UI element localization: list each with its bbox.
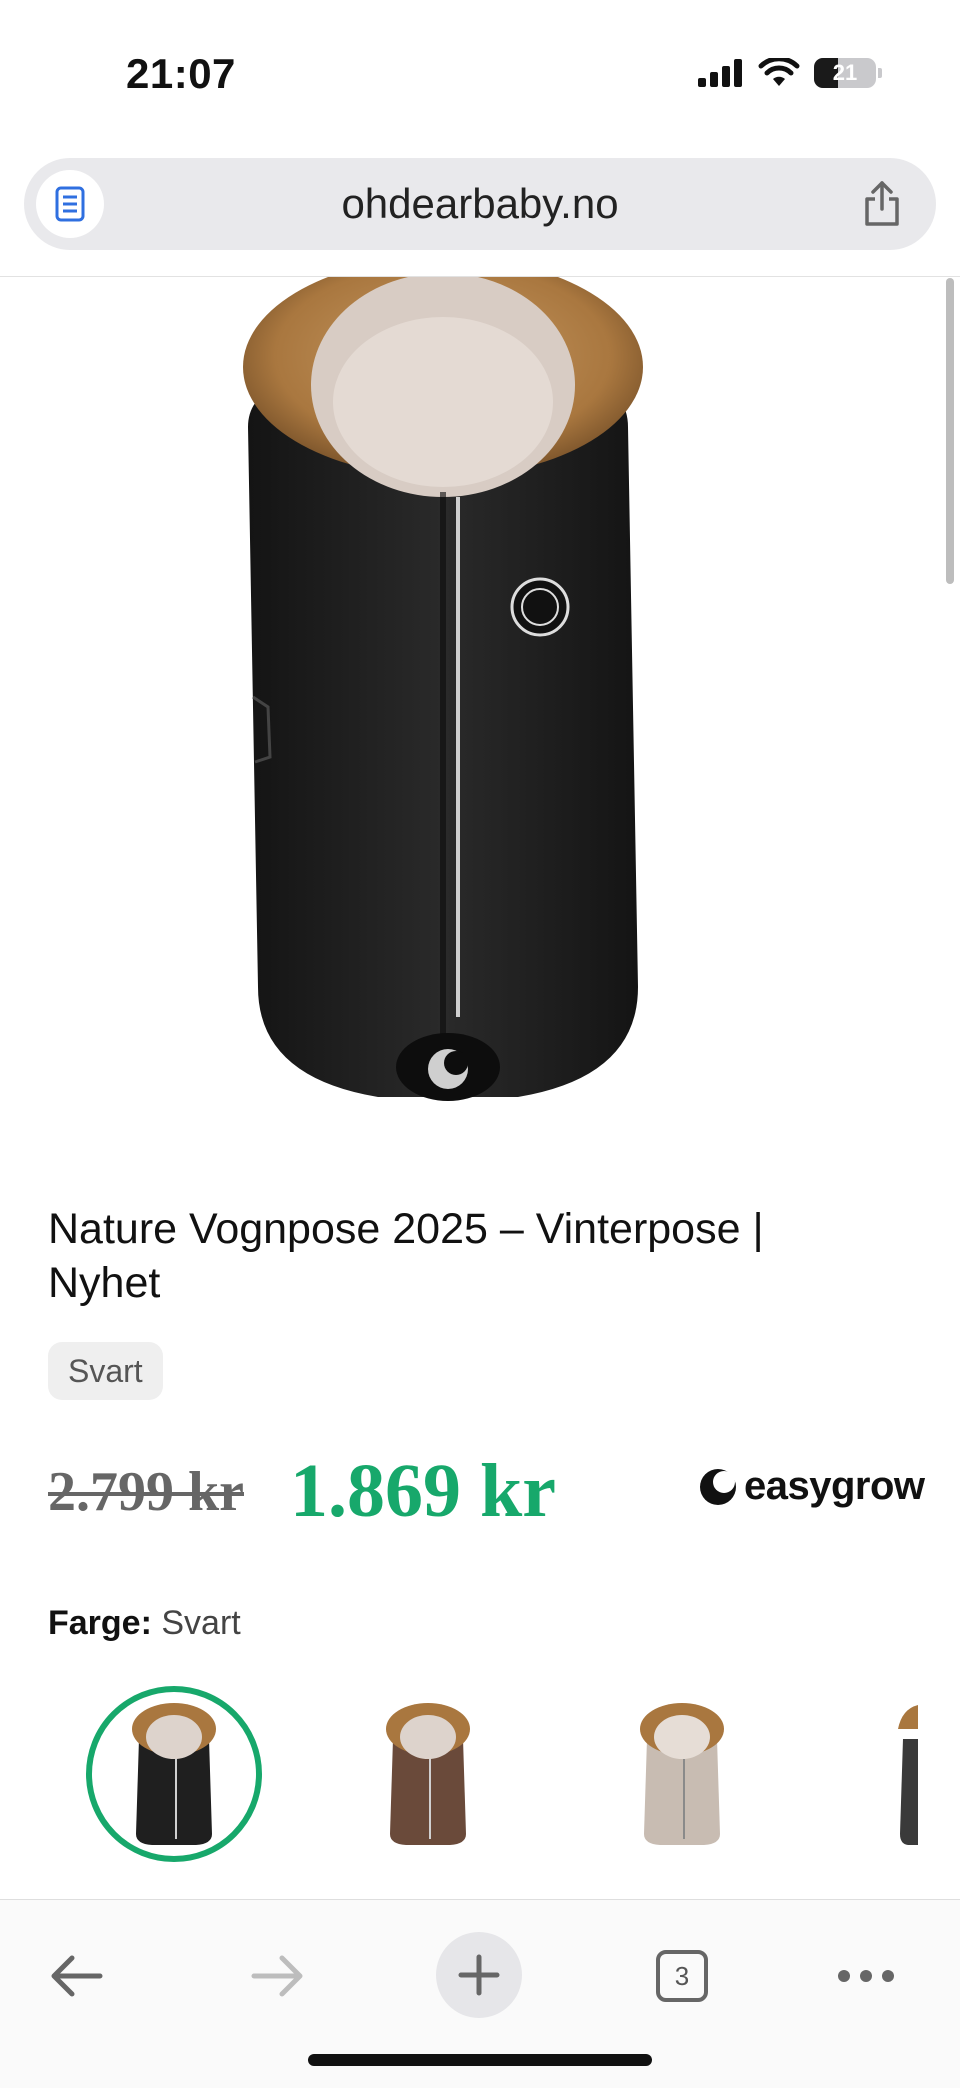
color-swatches — [0, 1686, 960, 1876]
old-price: 2.799 kr — [48, 1461, 244, 1523]
swatch-beige-image — [640, 1703, 724, 1845]
easygrow-logo-icon — [700, 1468, 736, 1505]
brand-name: easygrow — [744, 1464, 925, 1508]
swatch-svart-image — [132, 1703, 216, 1845]
status-bar: 21:07 21 — [0, 0, 960, 150]
variant-chip: Svart — [48, 1342, 163, 1400]
new-tab-button[interactable] — [436, 1932, 522, 2018]
battery-level: 21 — [832, 60, 858, 85]
product-image[interactable] — [48, 277, 864, 1149]
share-button[interactable] — [856, 178, 908, 230]
status-icons: 21 — [698, 58, 882, 88]
swatch-brun-image — [386, 1703, 470, 1845]
swatch-gra[interactable] — [878, 1686, 918, 1862]
share-icon — [865, 181, 899, 226]
status-time: 21:07 — [126, 50, 236, 97]
footmuff-illustration — [243, 277, 643, 1101]
more-icon — [838, 1970, 894, 1982]
swatch-svart[interactable] — [86, 1686, 262, 1862]
home-indicator[interactable] — [308, 2054, 652, 2066]
brand-logo[interactable]: easygrow — [698, 1464, 925, 1509]
product-title: Nature Vognpose 2025 – Vinterpose | Nyhe… — [48, 1205, 764, 1307]
scroll-indicator — [946, 278, 954, 584]
color-value: Svart — [161, 1604, 241, 1642]
tabs-button[interactable]: 3 — [654, 1946, 710, 2006]
cellular-signal-icon — [698, 59, 742, 87]
more-button[interactable] — [836, 1946, 896, 2006]
battery-icon: 21 — [814, 58, 882, 88]
wifi-icon — [758, 58, 800, 86]
arrow-right-icon — [251, 1955, 303, 1997]
sale-price: 1.869 kr — [290, 1449, 556, 1533]
forward-button[interactable] — [246, 1946, 310, 2006]
address-bar[interactable]: ohdearbaby.no — [24, 158, 936, 250]
swatch-gra-image — [898, 1705, 918, 1845]
color-label: Farge: — [48, 1604, 152, 1642]
color-selector-label: Farge: Svart — [48, 1604, 241, 1643]
plus-icon — [458, 1954, 500, 1996]
tabs-count: 3 — [656, 1950, 708, 2002]
url-text[interactable]: ohdearbaby.no — [24, 180, 936, 228]
swatch-brun[interactable] — [340, 1686, 516, 1862]
arrow-left-icon — [51, 1955, 103, 1997]
back-button[interactable] — [44, 1946, 108, 2006]
swatch-beige[interactable] — [594, 1686, 770, 1862]
